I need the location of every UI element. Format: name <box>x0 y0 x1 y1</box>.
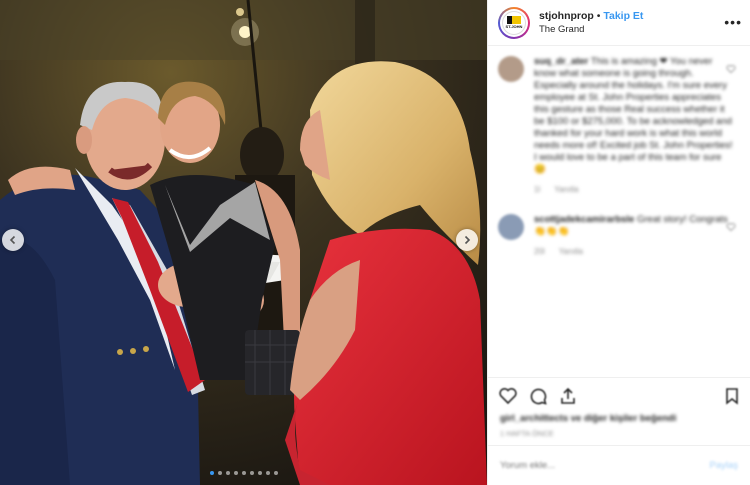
follow-button[interactable]: Takip Et <box>603 10 643 22</box>
comment-text: This is amazing ❤ You never know what so… <box>534 56 733 175</box>
comments-list[interactable]: suq_dr_ater This is amazing ❤ You never … <box>488 46 750 377</box>
heart-icon[interactable] <box>726 222 736 232</box>
carousel-dot <box>225 471 230 475</box>
comment-age: 1l <box>534 185 541 194</box>
carousel-indicator <box>0 471 487 475</box>
brand-logo: ST.JOHN <box>502 10 526 35</box>
commenter-username[interactable]: suq_dr_ater <box>534 56 588 67</box>
post-photo <box>0 0 487 485</box>
carousel-dot <box>249 471 254 475</box>
comment-input[interactable] <box>500 460 710 471</box>
carousel-dot <box>257 471 262 475</box>
chevron-left-icon <box>9 235 16 245</box>
carousel-dot <box>217 471 222 475</box>
action-bar <box>488 377 750 413</box>
post-media[interactable] <box>0 0 487 485</box>
comment-meta: 1l Yanıtla <box>534 184 734 196</box>
post-side-panel: ST.JOHN stjohnprop • Takip Et The Grand … <box>487 0 750 485</box>
comment-meta: 20l Yanıtla <box>534 246 734 258</box>
bookmark-icon[interactable] <box>722 386 742 406</box>
likes-summary[interactable]: girl_archittects ve diğer kişiler beğend… <box>488 413 750 427</box>
instagram-post: ST.JOHN stjohnprop • Takip Et The Grand … <box>0 0 750 485</box>
carousel-dot <box>209 471 214 475</box>
heart-icon[interactable] <box>498 386 518 406</box>
reply-button[interactable]: Yanıtla <box>554 184 578 196</box>
share-icon[interactable] <box>558 386 578 406</box>
add-comment-bar: Paylaş <box>488 445 750 485</box>
header-text: stjohnprop • Takip Et The Grand <box>539 10 643 36</box>
post-header: ST.JOHN stjohnprop • Takip Et The Grand … <box>488 0 750 46</box>
carousel-dot <box>233 471 238 475</box>
comment-body: scottjadekcamirarbsle Great story! Congr… <box>534 214 734 258</box>
avatar[interactable]: ST.JOHN <box>498 6 530 39</box>
post-comment-button[interactable]: Paylaş <box>709 460 738 471</box>
comment-body: suq_dr_ater This is amazing ❤ You never … <box>534 56 734 196</box>
comment-item: scottjadekcamirarbsle Great story! Congr… <box>498 214 740 258</box>
commenter-avatar[interactable] <box>498 214 524 240</box>
comment-item: suq_dr_ater This is amazing ❤ You never … <box>498 56 740 196</box>
heart-icon[interactable] <box>726 64 736 74</box>
comment-icon[interactable] <box>528 386 548 406</box>
more-horizontal-icon: ••• <box>724 14 742 30</box>
previous-slide-button[interactable] <box>2 229 24 251</box>
comment-age: 20l <box>534 247 545 256</box>
next-slide-button[interactable] <box>456 229 478 251</box>
username-link[interactable]: stjohnprop <box>539 10 594 22</box>
logo-mark-icon <box>507 16 522 24</box>
logo-text: ST.JOHN <box>505 24 523 29</box>
commenter-avatar[interactable] <box>498 56 524 82</box>
more-options-button[interactable]: ••• <box>724 14 742 30</box>
reply-button[interactable]: Yanıtla <box>559 246 583 258</box>
carousel-dot <box>265 471 270 475</box>
chevron-right-icon <box>464 235 471 245</box>
post-timestamp: 1 hafta önce <box>500 429 554 438</box>
carousel-dot <box>241 471 246 475</box>
commenter-username[interactable]: scottjadekcamirarbsle <box>534 214 634 225</box>
separator-dot: • <box>596 9 601 22</box>
carousel-dot <box>273 471 278 475</box>
location-link[interactable]: The Grand <box>539 23 643 36</box>
